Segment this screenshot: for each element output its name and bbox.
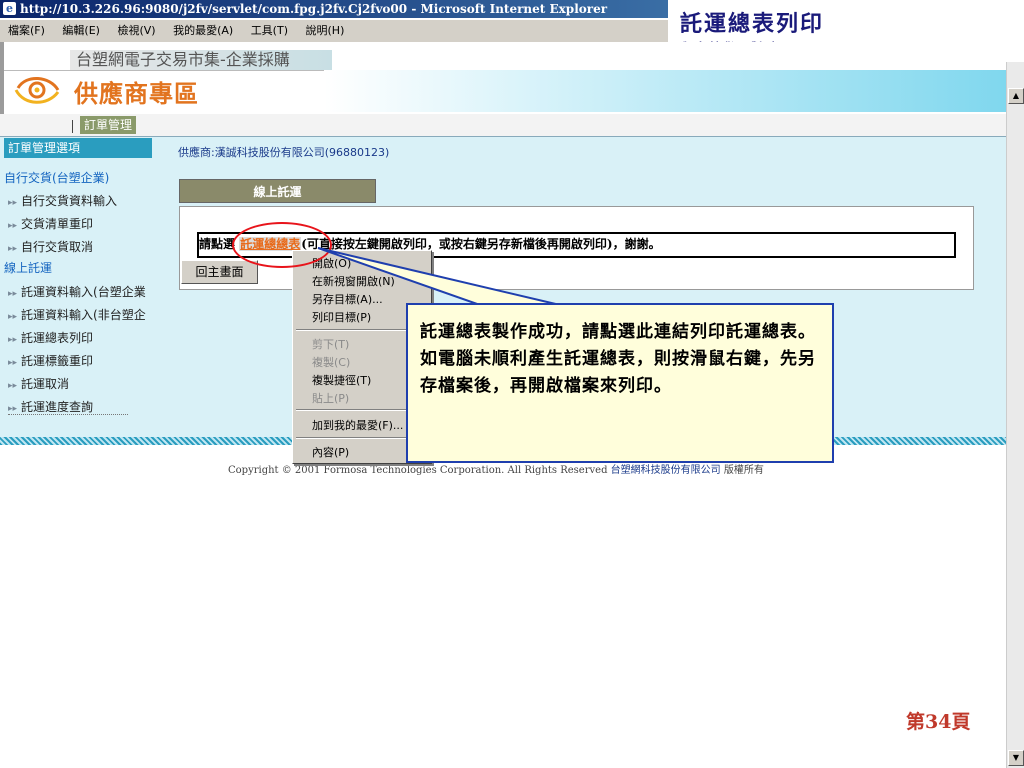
bullet-icon: ▸▸ (8, 404, 18, 414)
window-title: http://10.3.226.96:9080/j2fv/servlet/com… (20, 2, 608, 16)
menu-view[interactable]: 檢視(V) (117, 24, 155, 37)
bullet-icon: ▸▸ (8, 358, 18, 368)
browser-menubar: 檔案(F) 編輯(E) 檢視(V) 我的最愛(A) 工具(T) 說明(H) (0, 20, 668, 42)
ctx-print-target[interactable]: 列印目標(P) (312, 309, 371, 325)
sidebar-item-delivery-reprint[interactable]: ▸▸ 交貨清單重印 (8, 215, 93, 232)
company-link[interactable]: 台塑網科技股份有限公司 (611, 465, 721, 476)
ctx-copy-shortcut[interactable]: 複製捷徑(T) (312, 372, 371, 388)
sidebar-group-online-shipping[interactable]: 線上託運 (4, 259, 52, 276)
section-title: 線上託運 (179, 179, 376, 203)
ctx-paste: 貼上(P) (312, 392, 350, 405)
tab-order-management[interactable]: 訂單管理 (80, 116, 137, 134)
bullet-icon: ▸▸ (8, 381, 18, 391)
ctx-copy: 複製(C) (312, 356, 351, 369)
bullet-icon: ▸▸ (8, 221, 18, 231)
ctx-properties[interactable]: 內容(P) (312, 444, 349, 460)
home-button[interactable]: 回主畫面 (181, 260, 258, 284)
sidebar-item-delivery-cancel[interactable]: ▸▸ 自行交貨取消 (8, 238, 93, 255)
nav-separator (72, 120, 73, 133)
scroll-up-icon[interactable]: ▲ (1008, 88, 1024, 104)
sidebar-divider (8, 414, 128, 415)
highlight-circle (232, 222, 332, 268)
slide-title: 託運總表列印 (680, 11, 825, 37)
message-suffix: (可直接按左鍵開啟列印，或按右鍵另存新檔後再開啟列印)，謝謝。 (301, 237, 661, 251)
nav-strip (0, 114, 1006, 137)
callout-line-1: 託運總表製作成功，請點選此連結列印託運總表。 (420, 322, 816, 342)
sidebar-item-shipping-progress[interactable]: ▸▸ 託運進度查詢 (8, 398, 93, 415)
callout-line-2: 如電腦未順利產生託運總表，則按滑鼠右鍵，先另存檔案後，再開啟檔案來列印。 (420, 349, 816, 396)
vertical-scrollbar[interactable]: ▲ ▼ (1006, 62, 1024, 768)
bullet-icon: ▸▸ (8, 312, 18, 322)
sidebar-item-shipping-input-other[interactable]: ▸▸ 託運資料輸入(非台塑企 (8, 306, 146, 323)
mall-name: 台塑網電子交易市集-企業採購 (70, 50, 332, 70)
supplier-name: 供應商:漢誠科技股份有限公司(96880123) (178, 146, 390, 159)
sidebar-item-shipping-cancel[interactable]: ▸▸ 託運取消 (8, 375, 69, 392)
sidebar-header: 訂單管理選項 (4, 138, 152, 158)
ctx-cut: 剪下(T) (312, 338, 350, 351)
sidebar-item-label-reprint[interactable]: ▸▸ 託運標籤重印 (8, 352, 93, 369)
menu-edit[interactable]: 編輯(E) (62, 24, 100, 37)
window-titlebar: e http://10.3.226.96:9080/j2fv/servlet/co… (0, 0, 668, 18)
bullet-icon: ▸▸ (8, 244, 18, 254)
menu-file[interactable]: 檔案(F) (8, 24, 45, 37)
brand-title: 供應商專區 (74, 80, 199, 108)
callout-box: 託運總表製作成功，請點選此連結列印託運總表。 如電腦未順利產生託運總表，則按滑鼠… (406, 303, 834, 463)
menu-help[interactable]: 說明(H) (306, 24, 345, 37)
header-gradient (324, 70, 1010, 112)
menu-favorites[interactable]: 我的最愛(A) (173, 24, 233, 37)
supplier-logo-icon (14, 77, 60, 104)
sidebar-item-shipping-summary-print[interactable]: ▸▸ 託運總表列印 (8, 329, 93, 346)
page-number: 第34頁 (906, 711, 971, 733)
scroll-down-icon[interactable]: ▼ (1008, 750, 1024, 766)
menu-tools[interactable]: 工具(T) (251, 24, 288, 37)
sidebar-item-shipping-input-fpg[interactable]: ▸▸ 託運資料輸入(台塑企業 (8, 283, 146, 300)
bullet-icon: ▸▸ (8, 289, 18, 299)
bullet-icon: ▸▸ (8, 335, 18, 345)
ie-icon: e (3, 2, 16, 15)
ctx-save-target[interactable]: 另存目標(A)... (312, 291, 383, 307)
ctx-open-new-window[interactable]: 在新視窗開啟(N) (312, 273, 395, 289)
sidebar-group-self-delivery[interactable]: 自行交貨(台塑企業) (4, 169, 109, 186)
message-prefix: 請點選 (199, 237, 236, 251)
sidebar-item-delivery-input[interactable]: ▸▸ 自行交貨資料輸入 (8, 192, 117, 209)
bullet-icon: ▸▸ (8, 198, 18, 208)
ctx-add-favorite[interactable]: 加到我的最愛(F)... (312, 417, 403, 433)
